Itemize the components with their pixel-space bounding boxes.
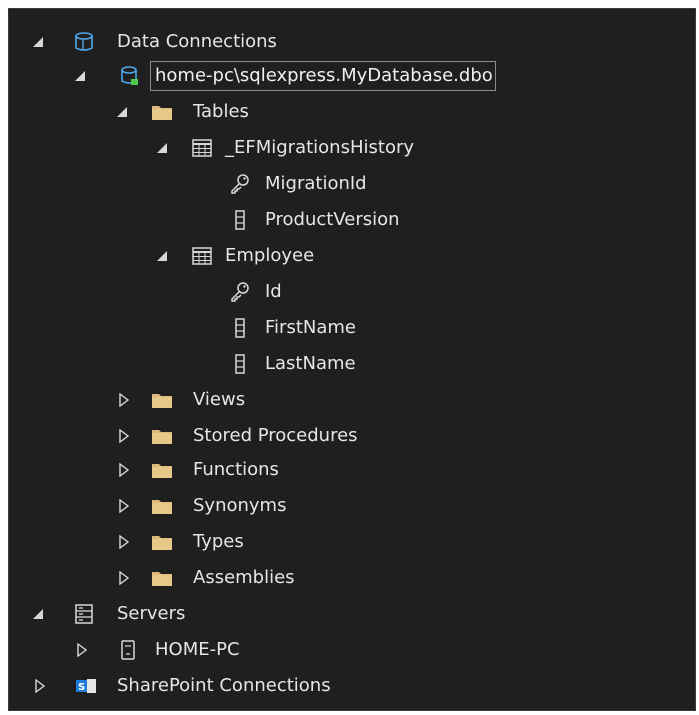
expanded-triangle-icon[interactable] — [31, 607, 45, 621]
column-icon — [229, 353, 251, 375]
tree-node-stored-procedures[interactable]: Stored Procedures — [9, 419, 695, 453]
database-icon — [73, 31, 95, 53]
folder-icon — [151, 567, 173, 589]
tree-node-column[interactable]: FirstName — [9, 311, 695, 345]
tree-node-sharepoint[interactable]: S SharePoint Connections — [9, 669, 695, 703]
key-icon — [229, 281, 251, 303]
column-icon — [229, 209, 251, 231]
tree-node-label: Employee — [225, 245, 315, 266]
collapsed-triangle-icon[interactable] — [117, 463, 131, 477]
tree-node-label: Assemblies — [193, 567, 295, 588]
tree-node-label: Views — [193, 389, 246, 410]
collapsed-triangle-icon[interactable] — [117, 535, 131, 549]
tree-node-server[interactable]: HOME-PC — [9, 633, 695, 667]
tree-node-label: Tables — [193, 101, 249, 122]
expanded-triangle-icon[interactable] — [31, 35, 45, 49]
tree-node-synonyms[interactable]: Synonyms — [9, 489, 695, 523]
tree-node-label: SharePoint Connections — [117, 675, 331, 696]
tree-node-types[interactable]: Types — [9, 525, 695, 559]
sharepoint-icon: S — [75, 675, 97, 697]
folder-icon — [151, 425, 173, 447]
tree-node-label: Stored Procedures — [193, 425, 358, 446]
tree-node-label: MigrationId — [265, 173, 367, 194]
collapsed-triangle-icon[interactable] — [117, 429, 131, 443]
table-icon — [191, 245, 213, 267]
tree-node-column-key[interactable]: MigrationId — [9, 167, 695, 201]
connection-name-edit-field[interactable]: home-pc\sqlexpress.MyDatabase.dbo — [150, 61, 496, 91]
tree-node-tables[interactable]: Tables — [9, 95, 695, 129]
collapsed-triangle-icon[interactable] — [75, 643, 89, 657]
tree-node-label: _EFMigrationsHistory — [225, 137, 415, 158]
tree-node-label: Synonyms — [193, 495, 287, 516]
tree-node-label: FirstName — [265, 317, 356, 338]
tree-node-label: LastName — [265, 353, 356, 374]
tree-node-column[interactable]: ProductVersion — [9, 203, 695, 237]
collapsed-triangle-icon[interactable] — [33, 679, 47, 693]
tree-node-table[interactable]: Employee — [9, 239, 695, 273]
tree-node-label: Data Connections — [117, 31, 277, 52]
tree-node-label: Servers — [117, 603, 186, 624]
tree-node-label: Types — [193, 531, 244, 552]
table-icon — [191, 137, 213, 159]
tree-node-label: Id — [265, 281, 282, 302]
expanded-triangle-icon[interactable] — [115, 105, 129, 119]
tree-node-views[interactable]: Views — [9, 383, 695, 417]
svg-text:S: S — [78, 682, 85, 693]
folder-icon — [151, 101, 173, 123]
tree-node-label: Functions — [193, 459, 279, 480]
expanded-triangle-icon[interactable] — [155, 141, 169, 155]
tree-node-column[interactable]: LastName — [9, 347, 695, 381]
expanded-triangle-icon[interactable] — [155, 249, 169, 263]
servers-icon — [73, 603, 95, 625]
folder-icon — [151, 389, 173, 411]
database-connection-icon — [119, 65, 141, 87]
tree-node-label: HOME-PC — [155, 639, 240, 660]
tree-node-functions[interactable]: Functions — [9, 453, 695, 487]
server-icon — [117, 639, 139, 661]
tree-node-table[interactable]: _EFMigrationsHistory — [9, 131, 695, 165]
column-icon — [229, 317, 251, 339]
folder-icon — [151, 495, 173, 517]
tree-node-servers[interactable]: Servers — [9, 597, 695, 631]
folder-icon — [151, 531, 173, 553]
tree-node-column-key[interactable]: Id — [9, 275, 695, 309]
expanded-triangle-icon[interactable] — [73, 69, 87, 83]
collapsed-triangle-icon[interactable] — [117, 393, 131, 407]
folder-icon — [151, 459, 173, 481]
collapsed-triangle-icon[interactable] — [117, 571, 131, 585]
server-explorer-tree: Data Connections home-pc\sqlexpress.MyDa… — [8, 8, 696, 711]
collapsed-triangle-icon[interactable] — [117, 499, 131, 513]
key-icon — [229, 173, 251, 195]
tree-node-assemblies[interactable]: Assemblies — [9, 561, 695, 595]
tree-node-data-connections[interactable]: Data Connections — [9, 25, 695, 59]
tree-node-connection[interactable]: home-pc\sqlexpress.MyDatabase.dbo — [9, 59, 695, 93]
tree-node-label: ProductVersion — [265, 209, 400, 230]
